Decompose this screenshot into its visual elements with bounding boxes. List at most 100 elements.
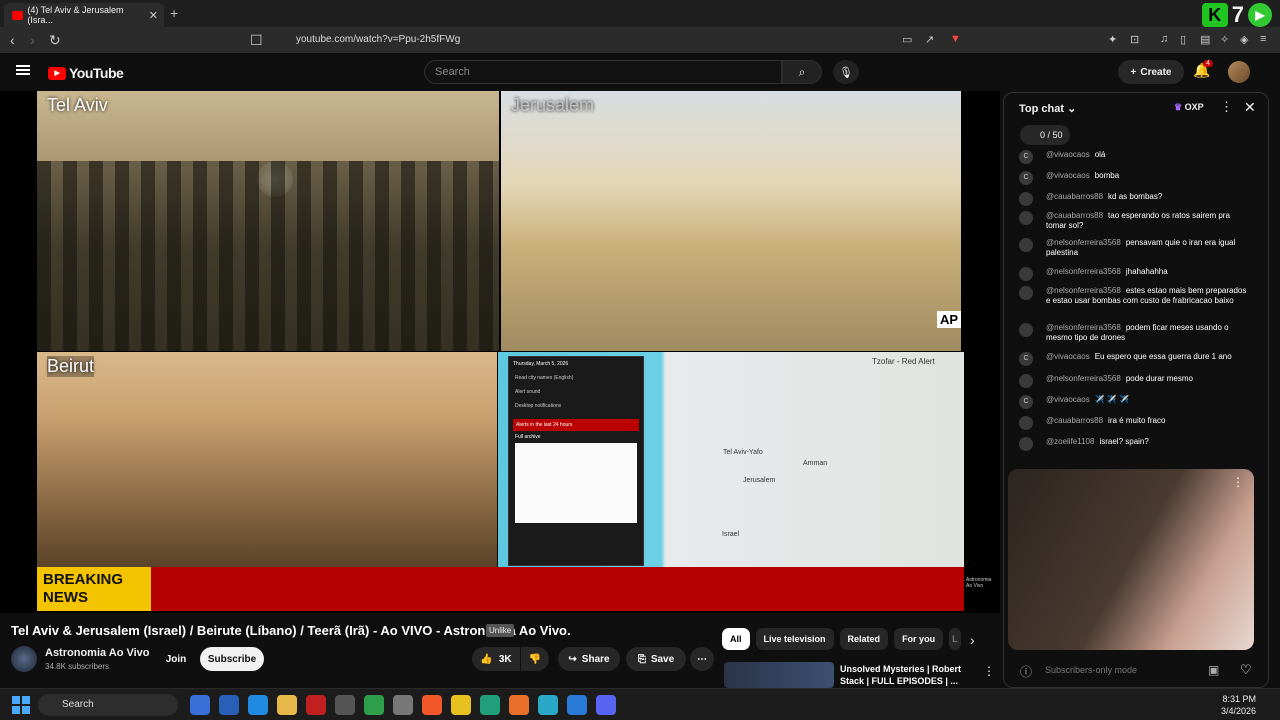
vpn-icon[interactable]: ◈: [1240, 33, 1248, 46]
chat-author-avatar[interactable]: [1019, 192, 1033, 206]
reload-icon[interactable]: ↻: [49, 32, 61, 49]
chat-author-name[interactable]: @nelsonferreira3568: [1046, 323, 1121, 332]
app-icon[interactable]: [393, 695, 413, 715]
chip-more[interactable]: L: [949, 628, 961, 650]
channel-avatar[interactable]: [11, 646, 37, 672]
chip-related[interactable]: Related: [839, 628, 889, 650]
chat-author-avatar[interactable]: [1019, 416, 1033, 430]
chat-author-name[interactable]: @cauabarros88: [1046, 211, 1103, 220]
chat-author-avatar[interactable]: [1019, 286, 1033, 300]
app-icon[interactable]: [335, 695, 355, 715]
chrome-icon[interactable]: [451, 695, 471, 715]
recommendation-menu-icon[interactable]: ⋮: [983, 664, 995, 678]
user-avatar[interactable]: [1228, 61, 1250, 83]
new-tab-button[interactable]: +: [170, 5, 178, 21]
chat-author-name[interactable]: @cauabarros88: [1046, 192, 1103, 201]
url-field[interactable]: youtube.com/watch?v=Ppu-2h5fFWg: [272, 31, 992, 49]
share-page-icon[interactable]: ↗: [925, 33, 934, 46]
app-icon[interactable]: [364, 695, 384, 715]
discord-icon[interactable]: [596, 695, 616, 715]
folder-icon[interactable]: [277, 695, 297, 715]
tab-close-icon[interactable]: ✕: [149, 9, 158, 22]
more-actions-button[interactable]: ⋯: [690, 647, 714, 671]
chip-all[interactable]: All: [722, 628, 750, 650]
chat-author-name[interactable]: @zoelife1108: [1046, 437, 1094, 446]
edge-icon[interactable]: [480, 695, 500, 715]
share-button[interactable]: ↪ Share: [558, 647, 620, 671]
search-button[interactable]: ⌕: [782, 60, 822, 84]
forward-icon[interactable]: ›: [30, 32, 35, 48]
back-icon[interactable]: ‹: [10, 32, 15, 48]
app-icon[interactable]: [538, 695, 558, 715]
heart-icon[interactable]: ♡: [1240, 662, 1252, 678]
play-extension-icon[interactable]: ▶: [1248, 3, 1272, 27]
browser-tab[interactable]: (4) Tel Aviv & Jerusalem (Isra... ✕: [4, 3, 164, 27]
app-icon[interactable]: [306, 695, 326, 715]
like-button[interactable]: 👍 3K: [472, 647, 520, 671]
voice-search-button[interactable]: 🎙: [833, 60, 859, 84]
chat-author-avatar[interactable]: [1019, 211, 1033, 225]
app-icon[interactable]: [248, 695, 268, 715]
dislike-button[interactable]: 👎: [521, 647, 549, 671]
chips-next-icon[interactable]: ›: [970, 632, 975, 648]
media-icon[interactable]: ♫: [1160, 33, 1168, 45]
oxp-badge[interactable]: ♛ OXP: [1174, 102, 1204, 113]
chat-author-name[interactable]: @vivaocaos: [1046, 352, 1090, 361]
chat-author-name[interactable]: @nelsonferreira3568: [1046, 267, 1121, 276]
recommendation-thumbnail[interactable]: [724, 662, 834, 688]
chat-author-avatar[interactable]: C: [1019, 171, 1033, 185]
brave-shield-icon[interactable]: ▼: [950, 33, 961, 45]
create-button[interactable]: + Create: [1118, 60, 1184, 84]
bookmark-icon[interactable]: ☐: [250, 32, 263, 49]
recommendation-title[interactable]: Unsolved Mysteries | Robert Stack | FULL…: [840, 663, 980, 687]
chat-author-avatar[interactable]: [1019, 238, 1033, 252]
chip-for-you[interactable]: For you: [894, 628, 944, 650]
chat-author-avatar[interactable]: [1019, 374, 1033, 388]
chat-author-name[interactable]: @vivaocaos: [1046, 171, 1090, 180]
sidebar-icon[interactable]: ▯: [1180, 33, 1186, 46]
subscribe-button[interactable]: Subscribe: [200, 647, 264, 671]
chip-live-television[interactable]: Live television: [755, 628, 834, 650]
info-icon[interactable]: ⓘ: [1020, 663, 1032, 680]
chat-author-avatar[interactable]: C: [1019, 352, 1033, 366]
save-button[interactable]: ⎘ Save: [626, 647, 686, 671]
taskbar-search[interactable]: Search: [38, 694, 178, 716]
windows-start-icon[interactable]: [12, 696, 30, 714]
chat-author-avatar[interactable]: C: [1019, 150, 1033, 164]
chat-author-avatar[interactable]: [1019, 323, 1033, 337]
top-chat-dropdown[interactable]: Top chat ⌄: [1019, 102, 1076, 115]
chat-author-name[interactable]: @vivaocaos: [1046, 395, 1090, 404]
video-player[interactable]: Tel Aviv Jerusalem AP Beirut Tzofar - Re…: [0, 91, 1000, 613]
channel-name[interactable]: Astronomia Ao Vivo: [45, 647, 150, 659]
chat-author-name[interactable]: @cauabarros88: [1046, 416, 1103, 425]
chat-menu-icon[interactable]: ⋮: [1220, 99, 1233, 115]
app-icon[interactable]: [219, 695, 239, 715]
join-button[interactable]: Join: [159, 647, 193, 671]
leo-icon[interactable]: ✧: [1220, 33, 1229, 46]
search-input[interactable]: Search: [424, 60, 782, 84]
chat-author-name[interactable]: @nelsonferreira3568: [1046, 238, 1121, 247]
firefox-icon[interactable]: [509, 695, 529, 715]
pip-menu-icon[interactable]: ⋮: [1232, 475, 1244, 489]
screenshot-icon[interactable]: ⊡: [1130, 33, 1139, 46]
k-extension-icon[interactable]: K: [1201, 3, 1228, 27]
chat-author-name[interactable]: @vivaocaos: [1046, 150, 1090, 159]
wallet-icon[interactable]: ▤: [1200, 33, 1210, 46]
chat-author-avatar[interactable]: [1019, 437, 1033, 451]
extensions-icon[interactable]: ✦: [1108, 33, 1117, 46]
chat-close-icon[interactable]: ✕: [1244, 99, 1256, 116]
chat-author-name[interactable]: @nelsonferreira3568: [1046, 286, 1121, 295]
chat-author-avatar[interactable]: C: [1019, 395, 1033, 409]
brave-icon[interactable]: [422, 695, 442, 715]
chat-author-avatar[interactable]: [1019, 267, 1033, 281]
hamburger-menu-icon[interactable]: [16, 65, 30, 75]
browser-menu-icon[interactable]: ≡: [1260, 33, 1266, 45]
vscode-icon[interactable]: [567, 695, 587, 715]
chat-author-name[interactable]: @nelsonferreira3568: [1046, 374, 1121, 383]
cast-icon[interactable]: ▭: [902, 33, 912, 46]
picture-in-picture-video[interactable]: ⋮: [1008, 469, 1254, 650]
system-clock[interactable]: 8:31 PM 3/4/2026: [1221, 693, 1256, 717]
app-icon[interactable]: [190, 695, 210, 715]
youtube-logo[interactable]: ▶ YouTube: [48, 65, 124, 81]
super-chat-icon[interactable]: ▣: [1208, 663, 1219, 677]
